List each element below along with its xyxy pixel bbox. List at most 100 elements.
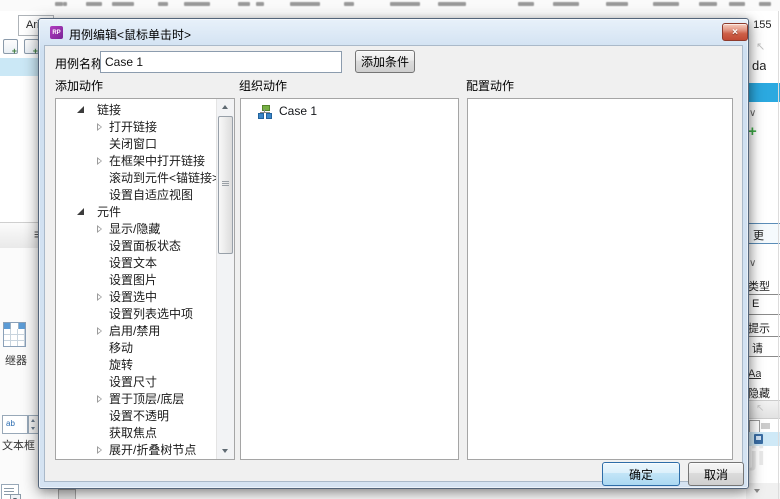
action-tree-item-label: 展开/折叠树节点 (109, 443, 197, 457)
toolbar-label-fragment (55, 2, 63, 6)
add-case-icon[interactable]: + (748, 123, 757, 140)
action-tree-item[interactable]: 设置选中 (56, 289, 217, 306)
toolbar-label-fragment (759, 2, 771, 6)
scroll-down-icon[interactable] (217, 443, 234, 459)
scroll-up-icon[interactable] (217, 99, 234, 115)
organize-action-panel: Case 1 (240, 98, 459, 460)
ok-button[interactable]: 确定 (602, 462, 680, 486)
watermark-text: ji (750, 441, 766, 471)
inspector-panel: : 155 ↖ da ∨ + 更 ∨ 类型 E 提示 请 Aa 隐藏 ↖ ji (746, 11, 780, 499)
case-name-input[interactable] (100, 51, 342, 73)
add-condition-button[interactable]: 添加条件 (355, 50, 415, 73)
type-dropdown[interactable]: E (747, 294, 780, 315)
action-tree-item-label: 元件 (97, 205, 122, 219)
collapse-arrow-icon[interactable] (96, 156, 106, 166)
droplist-arrow-icon (10, 494, 21, 499)
chevron-down-icon[interactable]: ∨ (749, 258, 756, 269)
action-tree-item[interactable]: 置于顶层/底层 (56, 391, 217, 408)
action-tree-item[interactable]: 设置列表选中项 (56, 306, 217, 323)
top-toolbar-strip (0, 0, 780, 11)
action-tree-item-label: 设置选中 (109, 290, 158, 304)
toolbar-label-fragment (606, 2, 628, 6)
toolbar-label-fragment (256, 2, 264, 6)
textfield-widget-icon[interactable]: ab (2, 415, 28, 434)
action-tree-item[interactable]: 显示/隐藏 (56, 221, 217, 238)
add-action-column-label: 添加动作 (55, 79, 104, 93)
textfield-widget-label[interactable]: 文本框 (2, 437, 35, 453)
scrollbar-thumb[interactable] (218, 116, 233, 254)
hint-label: 提示 (748, 323, 770, 335)
action-tree-item[interactable]: 启用/禁用 (56, 323, 217, 340)
action-tree-item[interactable]: 元件 (56, 204, 217, 221)
font-sample-link[interactable]: Aa (748, 368, 761, 380)
page-row-text-fragment (761, 423, 770, 429)
action-tree-item-label: 设置文本 (109, 256, 158, 270)
action-tree-item[interactable]: 关闭窗口 (56, 136, 217, 153)
organize-case-item[interactable]: Case 1 (241, 103, 458, 120)
chevron-down-icon[interactable]: ∨ (749, 108, 756, 119)
action-tree-item-label: 设置面板状态 (109, 239, 182, 253)
action-tree-item[interactable]: 展开/折叠树节点 (56, 442, 217, 459)
action-tree-item[interactable]: 设置面板状态 (56, 238, 217, 255)
action-tree-item[interactable]: 设置尺寸 (56, 374, 217, 391)
add-page-icon[interactable] (3, 39, 18, 56)
expanded-triangle-icon[interactable] (76, 207, 86, 217)
scrollbar-grip (222, 181, 229, 186)
action-tree-item[interactable]: 设置文本 (56, 255, 217, 272)
action-tree-item-label: 置于顶层/底层 (109, 392, 185, 406)
toolbar-label-fragment (653, 2, 679, 6)
canvas-fragment (58, 489, 76, 499)
action-tree-item[interactable]: 链接 (56, 102, 217, 119)
widget-name-fragment[interactable]: da (752, 58, 766, 73)
toolbar-label-fragment (63, 2, 67, 6)
inspector-selected-tab[interactable] (746, 83, 780, 102)
more-events-button[interactable]: 更 (747, 223, 780, 244)
toolbar-label-fragment (729, 2, 745, 6)
action-tree-item[interactable]: 移动 (56, 340, 217, 357)
toolbar-label-fragment (438, 2, 466, 6)
repeater-widget-label[interactable]: 继器 (5, 352, 27, 368)
collapse-arrow-icon[interactable] (96, 292, 106, 302)
action-tree-item-label: 滚动到元件<锚链接> (109, 171, 217, 185)
action-tree-item-label: 设置图片 (109, 273, 158, 287)
toolbar-label-fragment (158, 2, 168, 6)
action-tree-item[interactable]: 设置自适应视图 (56, 187, 217, 204)
cancel-button[interactable]: 取消 (688, 462, 744, 486)
expanded-triangle-icon[interactable] (76, 105, 86, 115)
sitemap-icon (258, 105, 272, 119)
action-tree-item[interactable]: 设置图片 (56, 272, 217, 289)
axure-rp-icon: RP (50, 26, 63, 39)
action-tree-item[interactable]: 获取焦点 (56, 425, 217, 442)
collapse-arrow-icon[interactable] (96, 122, 106, 132)
scrollbar[interactable] (216, 99, 234, 459)
close-icon[interactable]: × (722, 23, 748, 41)
scroll-down-button[interactable] (746, 483, 780, 499)
collapse-arrow-icon[interactable] (96, 326, 106, 336)
collapse-arrow-icon[interactable] (96, 224, 106, 234)
action-tree-item[interactable]: 滚动到元件<锚链接> (56, 170, 217, 187)
add-folder-icon[interactable] (24, 39, 39, 56)
dialog-titlebar[interactable]: RP 用例编辑<鼠标单击时> × (39, 19, 748, 45)
organize-case-item-label: Case 1 (279, 104, 318, 118)
nw-arrow-icon: ↖ (756, 41, 766, 53)
panel-divider (778, 11, 779, 499)
action-tree-item-label: 获取焦点 (109, 426, 158, 440)
action-tree-item[interactable]: 旋转 (56, 357, 217, 374)
hint-input[interactable]: 请 (747, 336, 780, 357)
action-tree-item[interactable]: 设置不透明 (56, 408, 217, 425)
action-tree-item-label: 设置列表选中项 (109, 307, 194, 321)
action-tree-item[interactable]: 在框架中打开链接 (56, 153, 217, 170)
action-tree-item[interactable]: 打开链接 (56, 119, 217, 136)
collapse-arrow-icon[interactable] (96, 394, 106, 404)
collapse-arrow-icon[interactable] (96, 445, 106, 455)
action-tree-item-label: 设置自适应视图 (109, 188, 194, 202)
dialog-content: 用例名称 添加条件 添加动作 组织动作 配置动作 链接打开链接关闭窗口在框架中打… (44, 45, 744, 486)
repeater-widget-icon[interactable] (3, 322, 26, 347)
